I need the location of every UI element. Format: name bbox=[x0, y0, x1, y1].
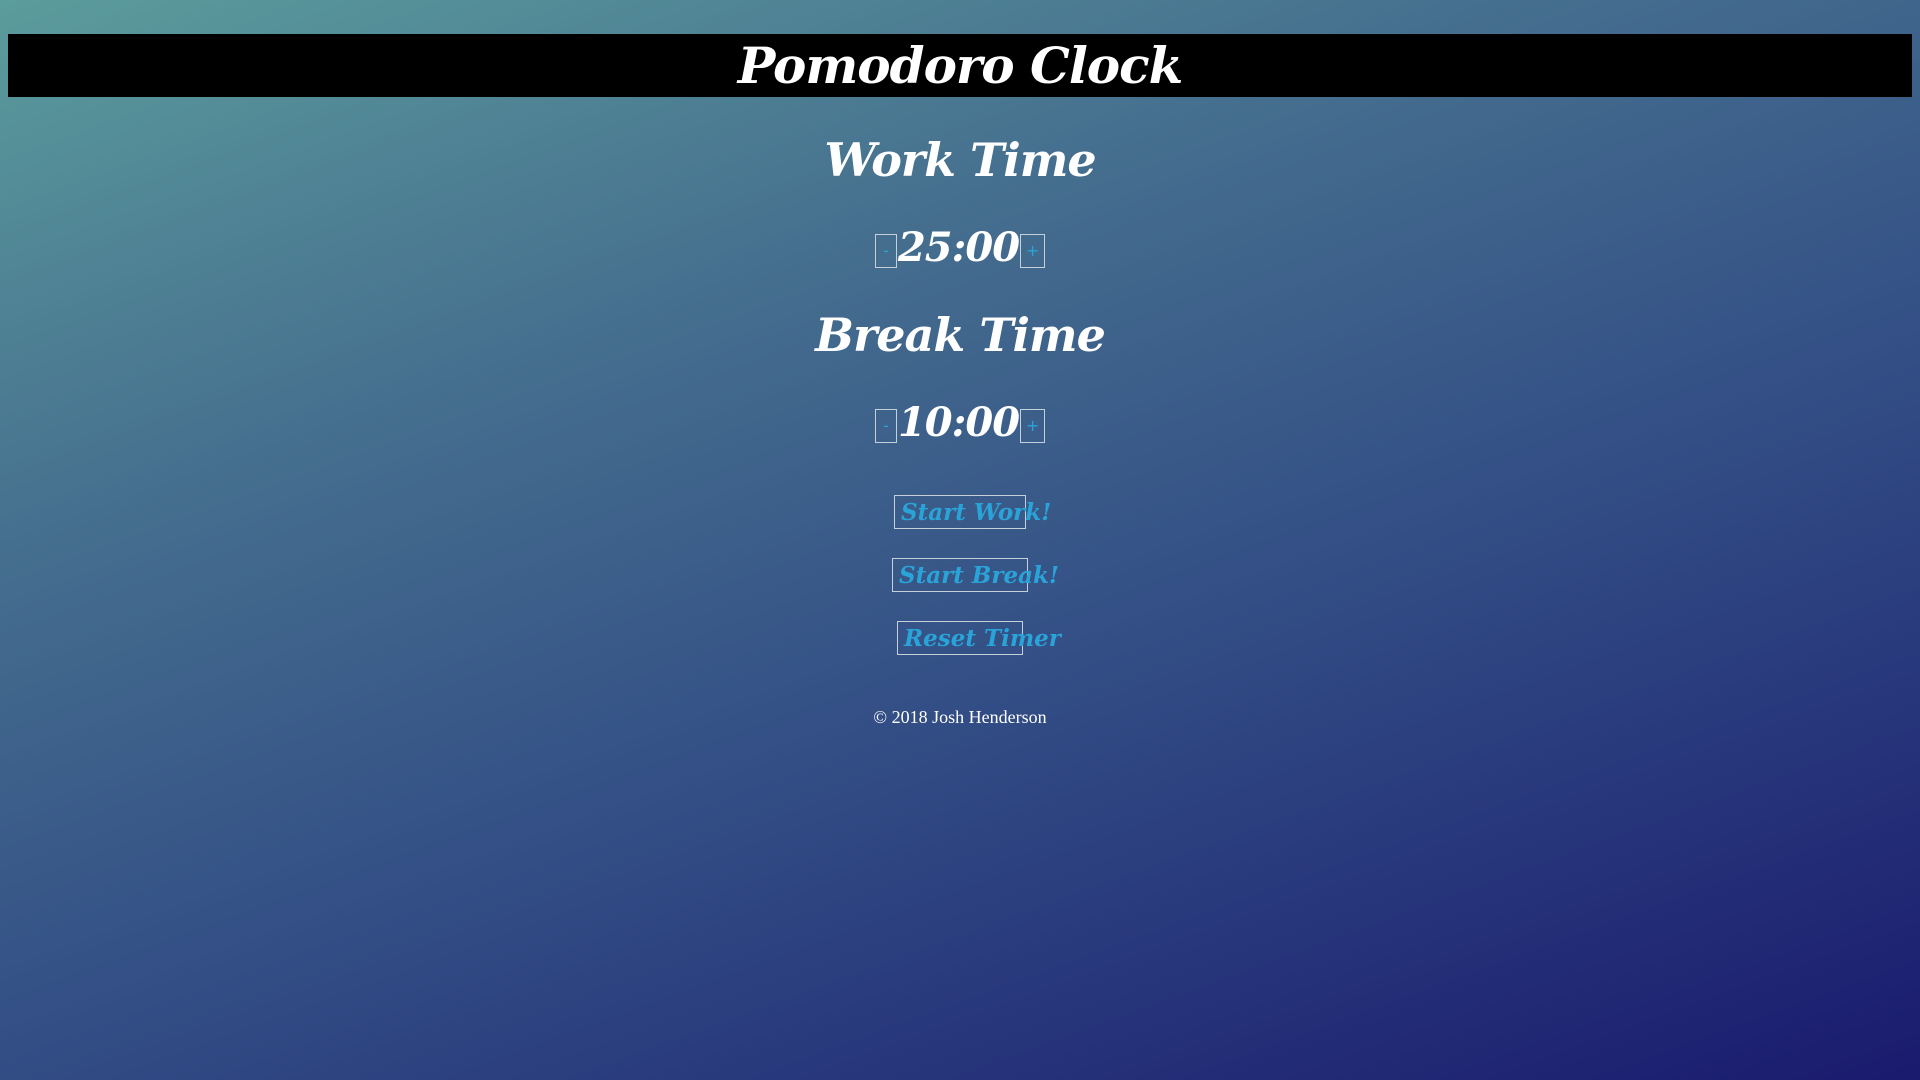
break-timer-row: - 10:00 + bbox=[0, 399, 1920, 446]
break-decrement-button[interactable]: - bbox=[874, 408, 897, 443]
work-timer-row: - 25:00 + bbox=[0, 224, 1920, 271]
break-time-display: 10:00 bbox=[897, 399, 1020, 446]
work-increment-button[interactable]: + bbox=[1020, 233, 1046, 268]
start-break-button[interactable]: Start Break! bbox=[892, 558, 1059, 592]
break-increment-button[interactable]: + bbox=[1020, 408, 1046, 443]
page-title: Pomodoro Clock bbox=[737, 36, 1183, 95]
reset-timer-button[interactable]: Reset Timer bbox=[897, 621, 1061, 655]
work-time-heading: Work Time bbox=[824, 133, 1096, 187]
page-header: Pomodoro Clock bbox=[8, 34, 1912, 97]
work-time-display: 25:00 bbox=[897, 224, 1020, 271]
break-time-heading: Break Time bbox=[815, 308, 1106, 362]
work-decrement-button[interactable]: - bbox=[874, 233, 897, 268]
start-work-button[interactable]: Start Work! bbox=[894, 495, 1051, 529]
copyright-footer: © 2018 Josh Henderson bbox=[873, 707, 1047, 727]
